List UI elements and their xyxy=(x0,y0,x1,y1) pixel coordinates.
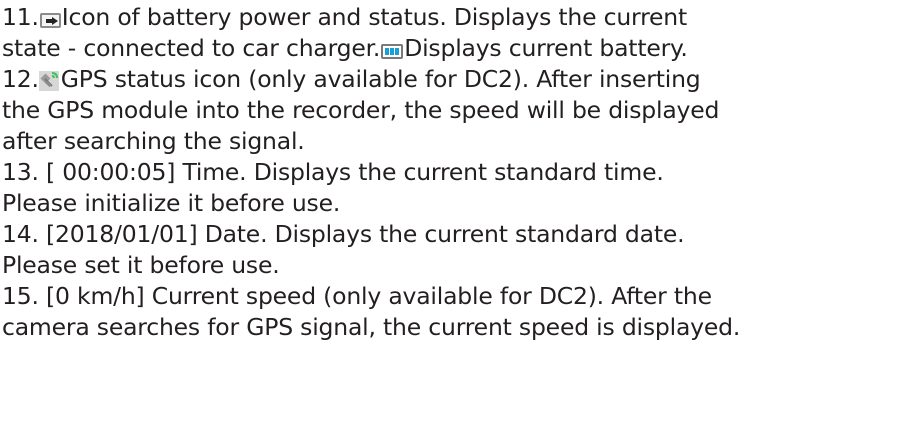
item-12-line-1: 12. GPS status icon (only available for D… xyxy=(2,64,906,95)
item-12-number: 12. xyxy=(2,65,39,93)
item-15-line-2: camera searches for GPS signal, the curr… xyxy=(2,313,741,341)
item-14-line-1: 14. [2018/01/01] Date. Displays the curr… xyxy=(2,220,685,248)
item-13-line-2: Please initialize it before use. xyxy=(2,189,341,217)
item-11-text: Icon of battery power and status. Displa… xyxy=(61,3,688,31)
manual-page: 11. Icon of battery power and status. Dis… xyxy=(0,0,906,343)
item-11-number: 11. xyxy=(2,3,39,31)
item-12-line-3: after searching the signal. xyxy=(2,127,305,155)
item-11-text-continued: state - connected to car charger. xyxy=(2,34,381,62)
battery-level-icon xyxy=(381,44,404,59)
car-charger-battery-icon xyxy=(39,13,61,28)
gps-satellite-icon xyxy=(38,68,59,91)
item-12-text: GPS status icon (only available for DC2)… xyxy=(60,65,701,93)
item-11-battery-text: Displays current battery. xyxy=(404,34,688,62)
item-11-line-1: 11. Icon of battery power and status. Dis… xyxy=(2,2,906,33)
item-15-line-1: 15. [0 km/h] Current speed (only availab… xyxy=(2,282,712,310)
item-14-line-2: Please set it before use. xyxy=(2,251,280,279)
item-12-line-2: the GPS module into the recorder, the sp… xyxy=(2,96,720,124)
item-11-line-2: state - connected to car charger. Display… xyxy=(2,33,906,64)
item-13-line-1: 13. [ 00:00:05] Time. Displays the curre… xyxy=(2,158,664,186)
